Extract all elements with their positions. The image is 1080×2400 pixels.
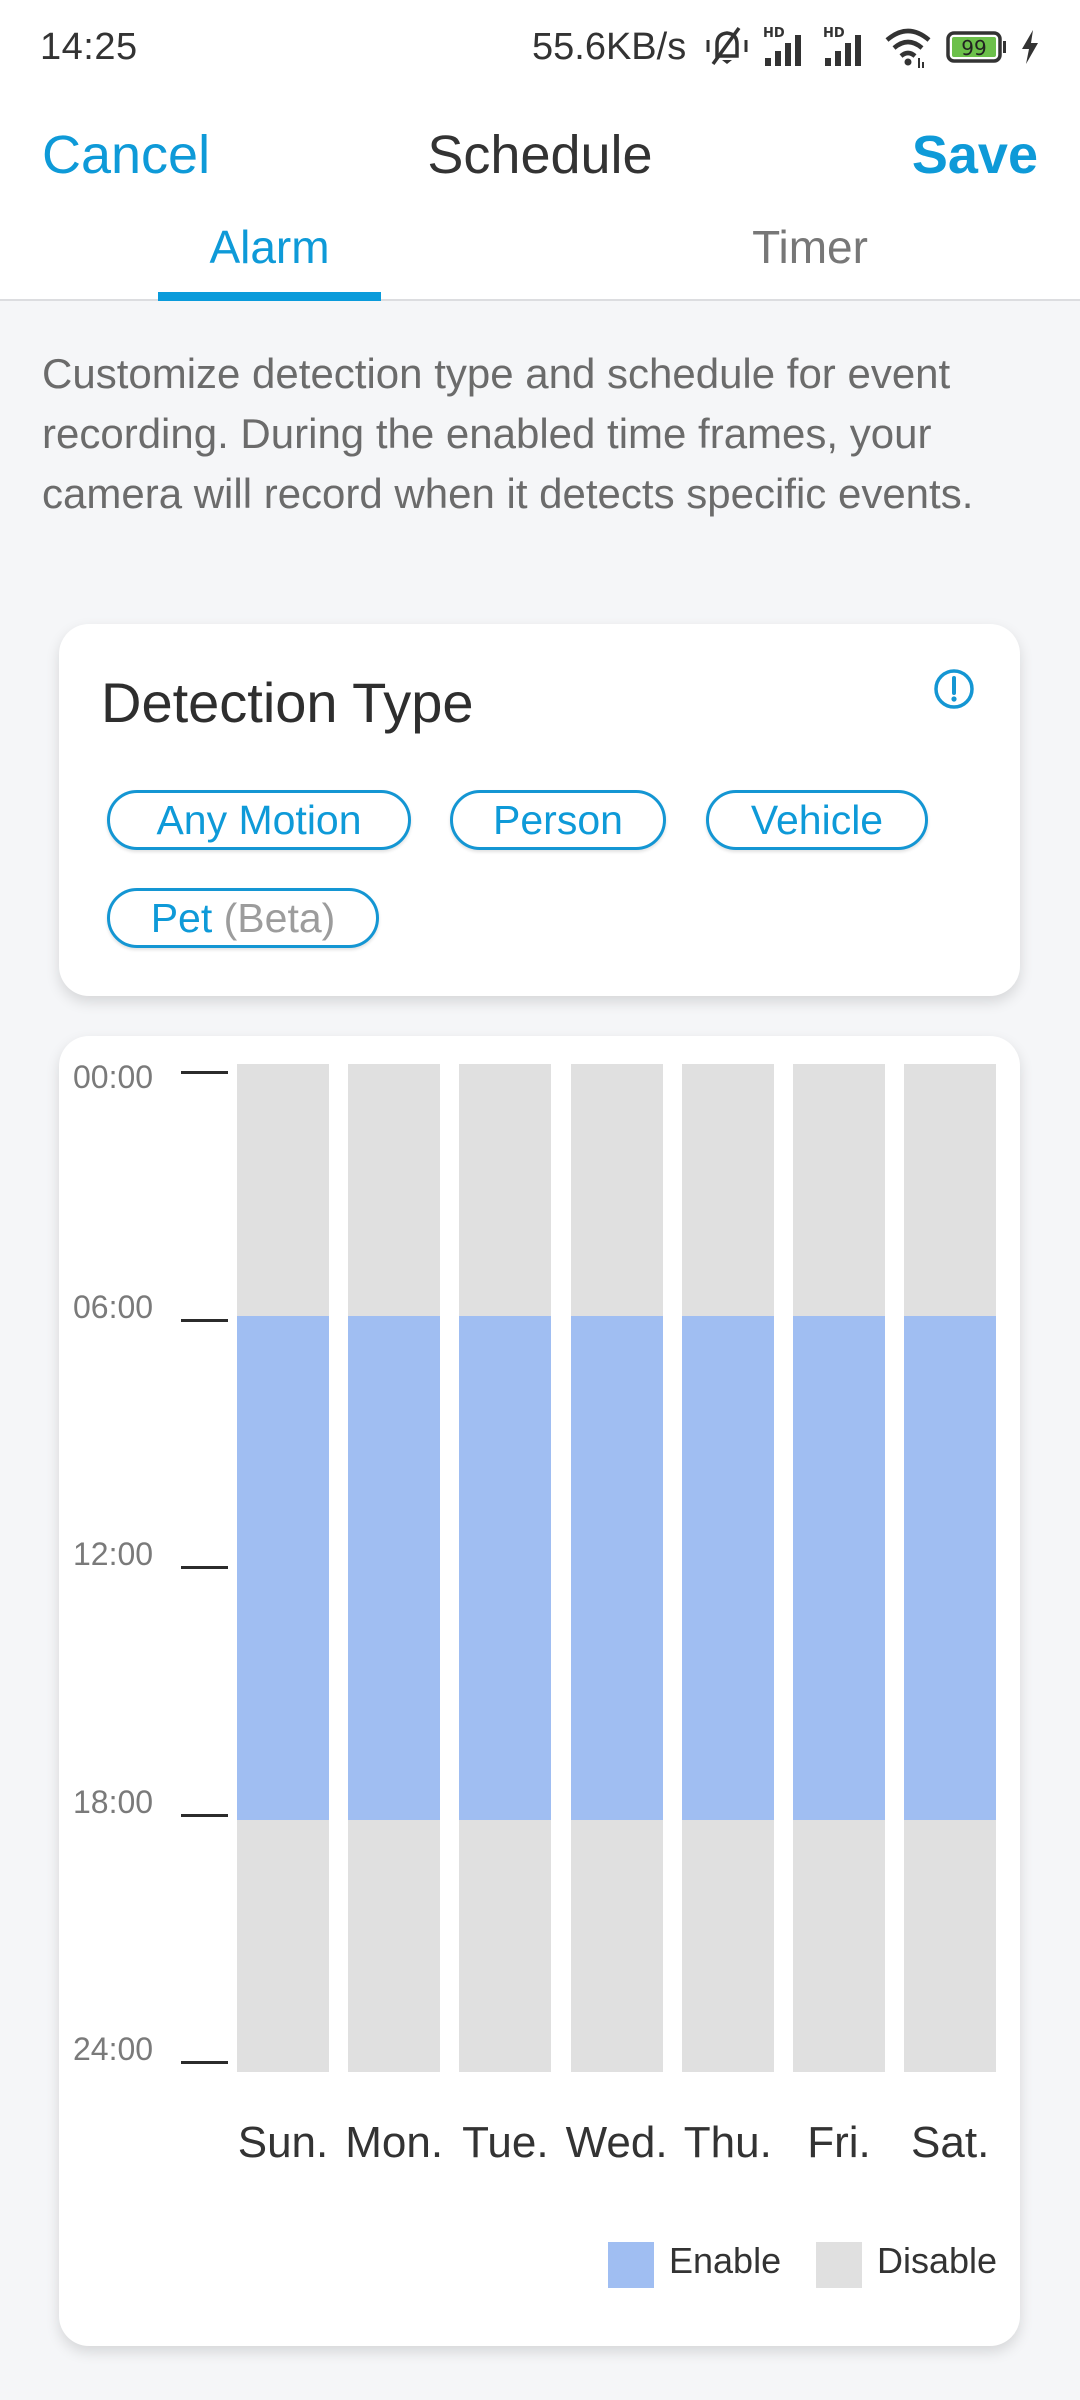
legend-swatch-enable bbox=[608, 2242, 654, 2288]
y-tick-mark bbox=[181, 1318, 228, 1322]
svg-text:99: 99 bbox=[961, 36, 986, 60]
enabled-time-segment[interactable] bbox=[459, 1316, 552, 1820]
tab-timer[interactable]: Timer bbox=[700, 220, 920, 274]
charging-icon bbox=[1018, 24, 1042, 75]
info-icon[interactable] bbox=[933, 668, 975, 710]
enabled-time-segment[interactable] bbox=[237, 1316, 329, 1820]
y-tick-label: 24:00 bbox=[73, 2031, 154, 2067]
y-tick-mark bbox=[181, 2061, 228, 2064]
legend-label-disable: Disable bbox=[877, 2240, 998, 2281]
y-tick-label: 12:00 bbox=[73, 1536, 154, 1572]
day-schedule-bar[interactable] bbox=[681, 1064, 774, 2072]
chip-label: Person bbox=[493, 797, 623, 843]
schedule-chart-card: 00:00 06:00 12:00 18:00 24:00 Sun. Mon. Tue. We… bbox=[59, 1036, 1020, 2346]
legend-swatch-disable bbox=[816, 2242, 862, 2288]
y-tick-label: 18:00 bbox=[73, 1783, 154, 1820]
active-tab-indicator bbox=[158, 292, 381, 301]
day-label: Wed. bbox=[565, 2118, 668, 2167]
day-schedule-bar[interactable] bbox=[904, 1064, 997, 2072]
y-tick-mark bbox=[181, 1813, 228, 1817]
day-schedule-bar[interactable] bbox=[793, 1064, 885, 2072]
enabled-time-segment[interactable] bbox=[904, 1316, 997, 1820]
day-schedule-bar[interactable] bbox=[348, 1064, 441, 2072]
y-tick-label: 06:00 bbox=[73, 1288, 154, 1325]
day-schedule-bar[interactable] bbox=[459, 1064, 552, 2072]
chip-pet[interactable]: Pet (Beta) bbox=[107, 888, 379, 948]
chip-vehicle[interactable]: Vehicle bbox=[706, 790, 928, 850]
svg-text:HD: HD bbox=[763, 26, 785, 41]
enabled-time-segment[interactable] bbox=[793, 1316, 885, 1820]
signal-hd-icon: HD bbox=[762, 24, 812, 75]
day-label: Mon. bbox=[345, 2118, 444, 2167]
cancel-button[interactable]: Cancel bbox=[42, 124, 210, 186]
signal-hd-icon: HD bbox=[822, 24, 872, 75]
status-bar: 14:25 55.6KB/s HD HD 99 bbox=[0, 0, 1080, 96]
battery-icon: 99 bbox=[946, 24, 1008, 75]
detection-type-heading: Detection Type bbox=[101, 671, 474, 734]
detection-type-card: Detection Type Any Motion Person Vehicle… bbox=[59, 624, 1020, 996]
mute-icon bbox=[705, 24, 749, 75]
chip-person[interactable]: Person bbox=[450, 790, 666, 850]
tab-alarm[interactable]: Alarm bbox=[158, 220, 381, 274]
day-label: Thu. bbox=[683, 2118, 772, 2167]
chip-any-motion[interactable]: Any Motion bbox=[107, 790, 411, 850]
day-label: Fri. bbox=[807, 2118, 871, 2167]
y-tick-label: 00:00 bbox=[73, 1059, 154, 1095]
chip-label: Pet bbox=[150, 895, 213, 941]
legend-label-enable: Enable bbox=[669, 2240, 782, 2281]
svg-text:HD: HD bbox=[823, 26, 845, 41]
enabled-time-segment[interactable] bbox=[681, 1316, 774, 1820]
wifi-icon bbox=[884, 24, 934, 75]
chip-label: Any Motion bbox=[156, 797, 362, 843]
enabled-time-segment[interactable] bbox=[348, 1316, 441, 1820]
chip-label: Vehicle bbox=[750, 797, 884, 843]
y-tick-mark bbox=[181, 1566, 228, 1569]
day-label: Sat. bbox=[911, 2118, 990, 2167]
y-tick-mark bbox=[181, 1071, 228, 1074]
chip-beta-tag: (Beta) bbox=[223, 895, 336, 941]
save-button[interactable]: Save bbox=[912, 124, 1038, 186]
description-text: Customize detection type and schedule fo… bbox=[42, 350, 974, 517]
day-schedule-bar[interactable] bbox=[570, 1064, 663, 2072]
day-label: Tue. bbox=[462, 2118, 549, 2167]
network-speed: 55.6KB/s bbox=[532, 26, 687, 68]
day-label: Sun. bbox=[237, 2118, 329, 2167]
day-schedule-bar[interactable] bbox=[237, 1064, 329, 2072]
status-time: 14:25 bbox=[40, 26, 138, 68]
enabled-time-segment[interactable] bbox=[570, 1316, 663, 1820]
